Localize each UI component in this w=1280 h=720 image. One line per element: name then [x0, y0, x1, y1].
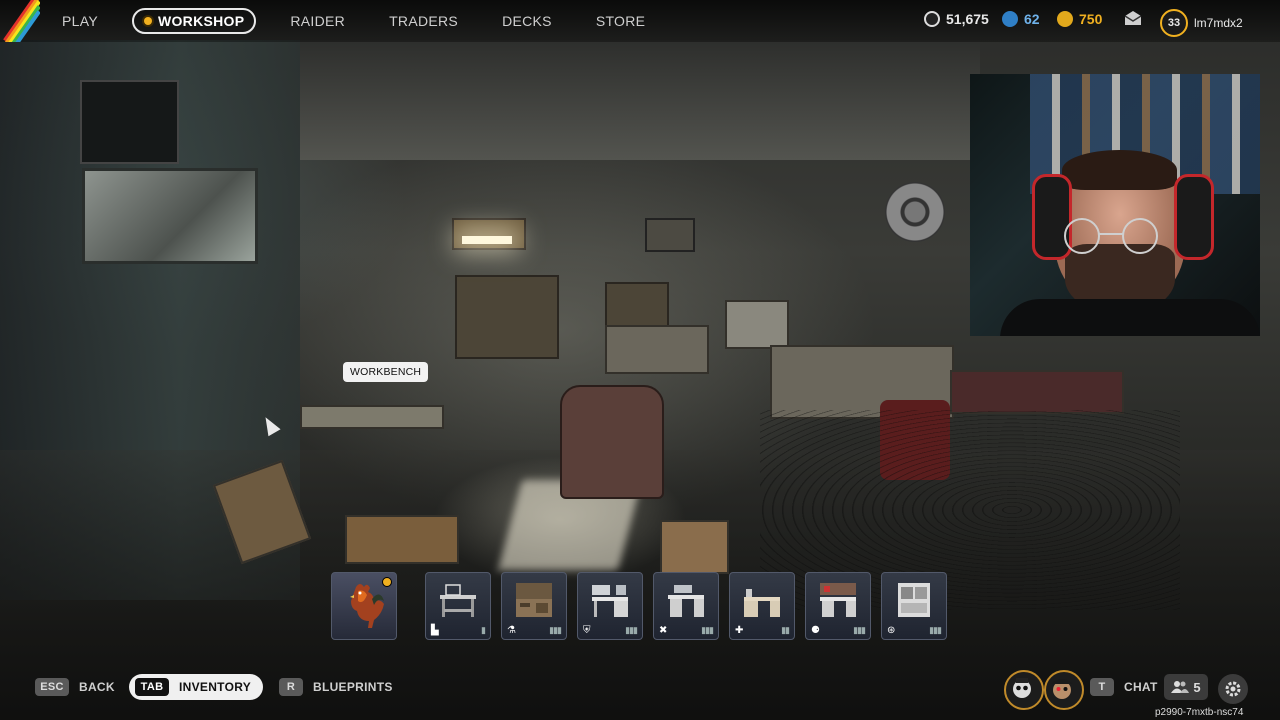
top-nav-bar: PLAY WORKSHOP RAIDER TRADERS DECKS STORE…	[0, 0, 1280, 42]
player-username: lm7mdx2	[1194, 16, 1243, 30]
back-button[interactable]: ESC BACK	[35, 678, 115, 696]
party-avatar-2[interactable]	[1044, 670, 1084, 710]
party-avatar-1[interactable]	[1004, 670, 1044, 710]
gear-icon	[1225, 681, 1241, 697]
player-level-badge: 33	[1160, 9, 1188, 37]
glasses	[1064, 218, 1158, 254]
item-1-level-bars: ▮	[481, 625, 486, 635]
nav-play[interactable]: PLAY	[52, 9, 108, 33]
coins-display[interactable]: 750	[1057, 11, 1102, 27]
item-slot-rooster[interactable]	[331, 572, 397, 640]
inventory-label: INVENTORY	[179, 680, 252, 694]
ceiling	[300, 40, 980, 160]
item-2-level-bars: ▮▮▮	[549, 625, 562, 635]
item-3-category-icon: ⛨	[583, 625, 591, 636]
mail-icon	[1124, 11, 1142, 25]
item-7-category-icon: ⊛	[887, 625, 896, 636]
tab-key: TAB	[135, 678, 169, 696]
nav-store[interactable]: STORE	[586, 9, 655, 33]
window	[82, 168, 258, 264]
blueprints-label: BLUEPRINTS	[313, 680, 393, 694]
workbench-7-icon	[898, 583, 930, 617]
coins-value: 750	[1079, 11, 1103, 27]
workbench-3-icon	[592, 585, 628, 617]
ceiling-lamp	[452, 218, 526, 250]
r-key: R	[279, 678, 303, 696]
tokens-display[interactable]: 62	[1002, 11, 1040, 27]
back-label: BACK	[79, 680, 115, 694]
friends-button[interactable]: 5	[1164, 674, 1208, 700]
back-shelf	[455, 275, 559, 359]
tokens-icon	[1002, 11, 1018, 27]
player-profile[interactable]: 33 lm7mdx2	[1160, 9, 1243, 37]
armchair	[560, 385, 664, 499]
item-slot-workbench-4[interactable]: ✖ ▮▮▮	[653, 572, 719, 640]
rarity-badge-icon	[382, 577, 392, 587]
lamp-light	[462, 236, 512, 244]
nav-workshop-label: WORKSHOP	[157, 13, 245, 29]
friends-count: 5	[1193, 679, 1201, 695]
rooster-icon	[350, 584, 384, 628]
friends-icon	[1171, 681, 1190, 693]
back-desk	[605, 325, 709, 374]
session-id: p2990-7mxtb-nsc74	[1155, 707, 1244, 718]
item-4-level-bars: ▮▮▮	[701, 625, 714, 635]
brand-stripe-logo	[0, 0, 40, 42]
skull-avatar-icon	[1013, 678, 1031, 698]
blueprints-tab[interactable]: R BLUEPRINTS	[279, 678, 393, 696]
box	[660, 520, 729, 574]
streamer-hoodie	[1000, 299, 1260, 336]
item-slot-workbench-2[interactable]: ⚗ ▮▮▮	[501, 572, 567, 640]
item-6-category-icon: ⚈	[811, 625, 820, 636]
nav-decks[interactable]: DECKS	[492, 9, 562, 33]
item-4-category-icon: ✖	[659, 625, 668, 636]
inventory-tab[interactable]: TAB INVENTORY	[129, 674, 264, 700]
workbench-1-icon	[440, 584, 476, 617]
settings-button[interactable]	[1218, 674, 1248, 704]
film-reel	[885, 182, 945, 242]
chat-label: CHAT	[1124, 680, 1158, 694]
item-5-category-icon: ✚	[735, 625, 744, 636]
wall-fan	[80, 80, 179, 164]
item-1-category-icon: ▙	[431, 625, 439, 636]
ceiling-lamp-2	[645, 218, 695, 252]
workbench-5-icon	[744, 589, 780, 617]
credits-icon	[924, 11, 940, 27]
item-slot-workbench-3[interactable]: ⛨ ▮▮▮	[577, 572, 643, 640]
nav-traders[interactable]: TRADERS	[379, 9, 468, 33]
active-indicator-icon	[143, 17, 152, 25]
item-3-level-bars: ▮▮▮	[625, 625, 638, 635]
item-slot-workbench-1[interactable]: ▙ ▮	[425, 572, 491, 640]
item-slot-workbench-6[interactable]: ⚈ ▮▮▮	[805, 572, 871, 640]
item-6-level-bars: ▮▮▮	[853, 625, 866, 635]
credits-value: 51,675	[946, 11, 989, 27]
mail-button[interactable]	[1124, 10, 1142, 26]
pirate-avatar-icon	[1051, 679, 1073, 699]
red-bench	[950, 370, 1124, 414]
nav-raider[interactable]: RAIDER	[280, 9, 355, 33]
credits-display[interactable]: 51,675	[924, 11, 989, 27]
workbench-6-icon	[820, 583, 856, 617]
item-slot-workbench-7[interactable]: ⊛ ▮▮▮	[881, 572, 947, 640]
item-5-level-bars: ▮▮	[781, 625, 790, 635]
workbench-tooltip[interactable]: WORKBENCH	[343, 362, 429, 382]
esc-key: ESC	[35, 678, 69, 696]
streamer-hair	[1062, 150, 1177, 190]
workbench-table	[300, 405, 444, 429]
item-7-level-bars: ▮▮▮	[929, 625, 942, 635]
t-key: T	[1090, 678, 1114, 696]
workbench-4-icon	[668, 585, 704, 617]
main-nav: PLAY WORKSHOP RAIDER TRADERS DECKS STORE	[52, 8, 673, 34]
tokens-value: 62	[1024, 11, 1040, 27]
item-slot-workbench-5[interactable]: ✚ ▮▮	[729, 572, 795, 640]
radio-equipment	[725, 300, 789, 349]
chat-button[interactable]: T CHAT	[1090, 678, 1158, 696]
webcam-overlay	[970, 74, 1260, 336]
coins-icon	[1057, 11, 1073, 27]
nav-workshop[interactable]: WORKSHOP	[131, 8, 257, 34]
workbench-2-icon	[516, 583, 552, 617]
back-shelf-2	[605, 282, 669, 331]
item-2-category-icon: ⚗	[507, 625, 516, 636]
crate	[345, 515, 459, 564]
